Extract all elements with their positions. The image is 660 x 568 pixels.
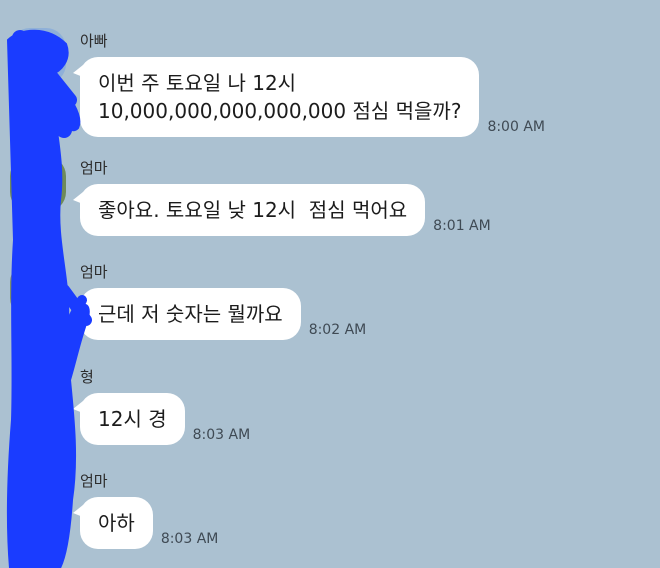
- message-group-dad: 아빠 이번 주 토요일 나 12시 10,000,000,000,000,000…: [72, 32, 545, 137]
- sender-name: 아빠: [80, 32, 108, 50]
- message-time: 8:03 AM: [192, 427, 251, 443]
- message-time: 8:03 AM: [160, 531, 219, 547]
- message-group-mom: 엄마 좋아요. 토요일 낮 12시 점심 먹어요 8:01 AM: [72, 159, 491, 236]
- message-time: 8:02 AM: [308, 322, 367, 338]
- message-row: 좋아요. 토요일 낮 12시 점심 먹어요 8:01 AM: [72, 184, 491, 236]
- message-row: 근데 저 숫자는 뭘까요 8:02 AM: [73, 288, 367, 340]
- sender-name: 엄마: [80, 159, 108, 177]
- chat-room: 아빠 이번 주 토요일 나 12시 10,000,000,000,000,000…: [0, 0, 660, 568]
- message-time: 8:00 AM: [487, 119, 545, 135]
- sender-name: 엄마: [80, 263, 108, 281]
- message-bubble[interactable]: 이번 주 토요일 나 12시 10,000,000,000,000,000 점심…: [72, 57, 480, 137]
- message-row: 이번 주 토요일 나 12시 10,000,000,000,000,000 점심…: [72, 57, 545, 137]
- message-group-mom: 엄마 근데 저 숫자는 뭘까요 8:02 AM: [73, 263, 367, 340]
- message-time: 8:01 AM: [433, 218, 491, 234]
- message-bubble[interactable]: 좋아요. 토요일 낮 12시 점심 먹어요: [72, 184, 426, 236]
- redaction-scribble: [6, 29, 92, 568]
